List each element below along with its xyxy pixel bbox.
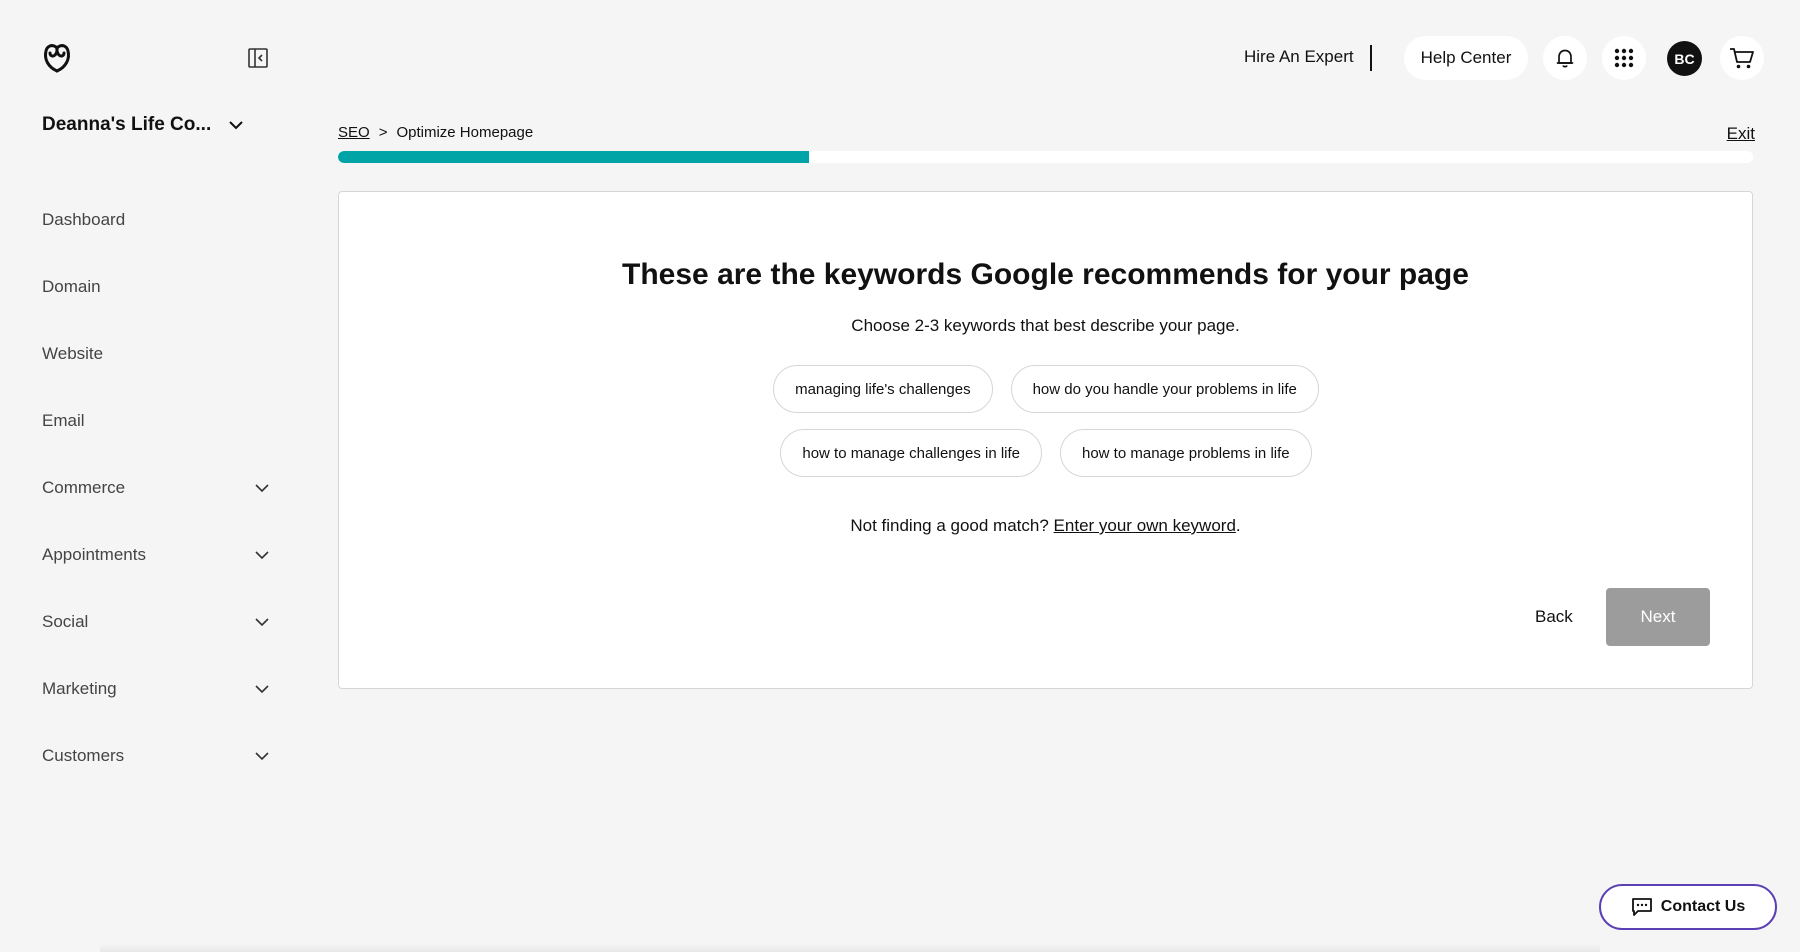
sidebar-item-label: Social <box>42 612 88 632</box>
sidebar-item-email[interactable]: Email <box>42 387 270 454</box>
sidebar-nav: Dashboard Domain Website Email Commerce … <box>42 186 270 789</box>
sidebar-collapse-icon[interactable] <box>246 46 270 70</box>
sidebar-item-appointments[interactable]: Appointments <box>42 521 270 588</box>
sidebar-item-domain[interactable]: Domain <box>42 253 270 320</box>
keyword-chip[interactable]: how do you handle your problems in life <box>1011 365 1319 413</box>
progress-bar <box>338 151 1753 163</box>
keyword-chip[interactable]: how to manage challenges in life <box>780 429 1042 477</box>
progress-fill <box>338 151 809 163</box>
hire-expert-link[interactable]: Hire An Expert <box>1244 47 1354 67</box>
chevron-down-icon[interactable] <box>254 681 270 697</box>
chevron-down-icon <box>227 116 245 134</box>
chevron-down-icon[interactable] <box>254 614 270 630</box>
breadcrumb-current: Optimize Homepage <box>396 124 533 141</box>
avatar-initials: BC <box>1674 51 1694 67</box>
next-button[interactable]: Next <box>1606 588 1710 646</box>
site-name: Deanna's Life Co... <box>42 114 211 136</box>
chevron-down-icon[interactable] <box>254 547 270 563</box>
bell-icon <box>1554 47 1576 69</box>
help-center-label: Help Center <box>1421 48 1512 68</box>
contact-us-label: Contact Us <box>1661 898 1745 916</box>
sidebar-item-social[interactable]: Social <box>42 588 270 655</box>
sidebar-item-commerce[interactable]: Commerce <box>42 454 270 521</box>
site-switcher[interactable]: Deanna's Life Co... <box>42 114 245 136</box>
contact-us-button[interactable]: Contact Us <box>1599 884 1777 930</box>
no-match-text: Not finding a good match? <box>850 516 1048 535</box>
sidebar-item-label: Appointments <box>42 545 146 565</box>
sidebar-item-marketing[interactable]: Marketing <box>42 655 270 722</box>
sidebar-item-label: Marketing <box>42 679 117 699</box>
back-button[interactable]: Back <box>1535 607 1573 627</box>
exit-link[interactable]: Exit <box>1727 124 1755 144</box>
sidebar-item-label: Customers <box>42 746 124 766</box>
enter-own-keyword-link[interactable]: Enter your own keyword <box>1054 516 1236 535</box>
chevron-down-icon[interactable] <box>254 748 270 764</box>
sidebar-item-customers[interactable]: Customers <box>42 722 270 789</box>
apps-button[interactable] <box>1602 36 1646 80</box>
cart-button[interactable] <box>1720 36 1764 80</box>
card-title: These are the keywords Google recommends… <box>339 258 1752 292</box>
next-label: Next <box>1641 607 1676 627</box>
sidebar-item-label: Website <box>42 344 103 364</box>
sidebar-item-website[interactable]: Website <box>42 320 270 387</box>
card-subtitle: Choose 2-3 keywords that best describe y… <box>339 316 1752 336</box>
keyword-card: These are the keywords Google recommends… <box>338 191 1753 689</box>
chat-icon <box>1631 897 1653 917</box>
breadcrumb: SEO > Optimize Homepage <box>338 124 533 141</box>
sidebar-item-label: Email <box>42 411 85 431</box>
period: . <box>1236 516 1241 535</box>
keyword-chips: managing life's challenges how do you ha… <box>639 365 1453 477</box>
keyword-chip[interactable]: managing life's challenges <box>773 365 992 413</box>
no-match-line: Not finding a good match? Enter your own… <box>339 516 1752 536</box>
apps-grid-icon <box>1613 47 1635 69</box>
notifications-button[interactable] <box>1543 36 1587 80</box>
sidebar-item-dashboard[interactable]: Dashboard <box>42 186 270 253</box>
sidebar-item-label: Dashboard <box>42 210 125 230</box>
sidebar-item-label: Domain <box>42 277 101 297</box>
sidebar-item-label: Commerce <box>42 478 125 498</box>
help-center-button[interactable]: Help Center <box>1404 36 1528 80</box>
header-divider <box>1370 45 1372 71</box>
cart-icon <box>1729 46 1755 70</box>
avatar[interactable]: BC <box>1667 41 1702 76</box>
chevron-down-icon[interactable] <box>254 480 270 496</box>
godaddy-logo-icon[interactable] <box>40 41 74 75</box>
keyword-chip[interactable]: how to manage problems in life <box>1060 429 1312 477</box>
breadcrumb-separator: > <box>379 124 388 141</box>
breadcrumb-seo-link[interactable]: SEO <box>338 124 370 141</box>
bottom-shadow <box>100 944 1600 952</box>
